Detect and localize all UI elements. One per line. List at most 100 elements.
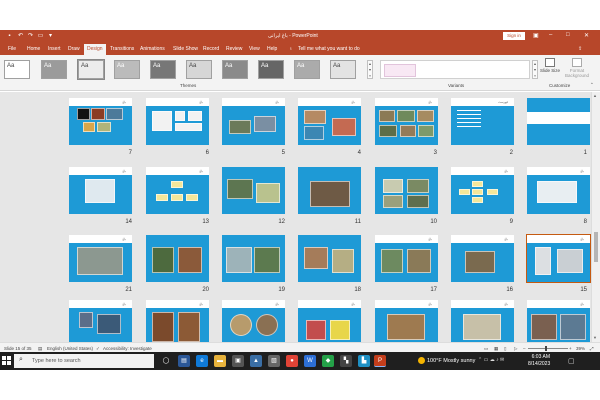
slide-thumbnail[interactable]	[298, 167, 361, 214]
task-view-icon[interactable]: ◯	[160, 355, 172, 367]
slide-thumbnail[interactable]: باغ	[451, 167, 514, 214]
sign-in-button[interactable]: Sign in	[503, 32, 525, 40]
slide-thumbnail[interactable]	[146, 235, 209, 282]
slide-thumbnail[interactable]: باغ	[146, 98, 209, 145]
chrome-icon[interactable]: ●	[286, 355, 298, 367]
themes-more-button[interactable]: ▴ ▾ ▿	[367, 60, 373, 79]
app-blue-icon[interactable]: ▙	[358, 355, 370, 367]
tab-design[interactable]: Design	[84, 44, 106, 55]
tab-insert[interactable]: Insert	[48, 46, 61, 52]
slide-thumbnail[interactable]: باغ	[222, 98, 285, 145]
powerpoint-icon[interactable]: P	[374, 355, 386, 367]
slide-thumbnail[interactable]	[527, 98, 590, 145]
slide-thumbnail[interactable]: باغ	[527, 300, 590, 342]
word-icon[interactable]: W	[304, 355, 316, 367]
theme-2[interactable]: Aa	[41, 60, 67, 79]
slide-thumbnail[interactable]: باغ	[69, 98, 132, 145]
slide-thumbnail[interactable]: باغ	[451, 235, 514, 282]
slide-thumbnail-selected[interactable]: باغ	[526, 234, 591, 283]
theme-10[interactable]: Aa	[330, 60, 356, 79]
tab-view[interactable]: View	[249, 46, 260, 52]
scroll-up-icon[interactable]: ▲	[593, 93, 597, 98]
app-icon[interactable]: ▧	[268, 355, 280, 367]
theme-9[interactable]: Aa	[294, 60, 320, 79]
tab-help[interactable]: Help	[267, 46, 277, 52]
present-icon[interactable]: ▭	[37, 33, 44, 40]
slide-thumbnail[interactable]: باغ	[69, 300, 132, 342]
slide-size-button[interactable]: Slide Size	[539, 58, 561, 73]
variants-more-button[interactable]: ▴ ▾ ▿	[532, 60, 538, 79]
slide-thumbnail[interactable]: باغ	[69, 167, 132, 214]
slide-thumbnail[interactable]	[298, 235, 361, 282]
undo-icon[interactable]: ↶	[17, 33, 24, 40]
slide-thumbnail[interactable]: باغ	[69, 235, 132, 282]
slide-thumbnail[interactable]: باغ	[375, 98, 438, 145]
theme-office[interactable]: Aa	[4, 60, 30, 79]
fit-slide-icon[interactable]: ⤢	[590, 346, 594, 351]
slide-thumbnail[interactable]: باغ	[146, 300, 209, 342]
tab-slide-show[interactable]: Slide Show	[173, 46, 198, 52]
file-explorer-icon[interactable]: ▬	[214, 355, 226, 367]
store-icon[interactable]: ▣	[232, 355, 244, 367]
theme-3[interactable]: Aa	[77, 59, 105, 80]
scroll-down-icon[interactable]: ▼	[593, 335, 597, 340]
slide-thumbnail[interactable]	[222, 167, 285, 214]
maximize-button[interactable]: □	[566, 32, 570, 38]
zoom-slider-knob[interactable]	[545, 346, 547, 351]
theme-5[interactable]: Aa	[150, 60, 176, 79]
theme-8[interactable]: Aa	[258, 60, 284, 79]
vertical-scrollbar[interactable]: ▲ ▼	[591, 92, 600, 342]
slide-thumbnail[interactable]: باغ	[527, 167, 590, 214]
slide-thumbnail[interactable]	[222, 235, 285, 282]
slide-thumbnail[interactable]	[375, 167, 438, 214]
slide-number: 21	[125, 287, 132, 293]
weather-widget[interactable]: 100°F Mostly sunny	[418, 357, 475, 364]
slide-thumbnail[interactable]: باغ	[375, 300, 438, 342]
save-icon[interactable]: ▪	[6, 33, 13, 40]
tell-me-search[interactable]: Tell me what you want to do	[298, 46, 360, 52]
tab-draw[interactable]: Draw	[68, 46, 80, 52]
zoom-out-icon[interactable]: –	[523, 346, 526, 351]
tab-review[interactable]: Review	[226, 46, 242, 52]
slide-thumbnail[interactable]: باغ	[375, 235, 438, 282]
language-indicator[interactable]: English (United States)	[47, 346, 93, 351]
start-button[interactable]	[2, 356, 11, 365]
tab-animations[interactable]: Animations	[140, 46, 165, 52]
zoom-slider[interactable]	[528, 348, 568, 349]
widgets-icon[interactable]: ▤	[178, 355, 190, 367]
app-clapper-icon[interactable]: ▚	[340, 355, 352, 367]
slide-thumbnail[interactable]: باغ	[222, 300, 285, 342]
ribbon-display-icon[interactable]: ▣	[533, 32, 539, 39]
tab-record[interactable]: Record	[203, 46, 219, 52]
slide-thumbnail[interactable]: باغ	[298, 98, 361, 145]
variant-swatch[interactable]	[384, 64, 416, 77]
zoom-level[interactable]: 39%	[576, 346, 585, 351]
tab-file[interactable]: File	[8, 46, 16, 52]
redo-icon[interactable]: ↷	[27, 33, 34, 40]
slide-thumbnail[interactable]: باغ	[298, 300, 361, 342]
collapse-ribbon-icon[interactable]: ⌃	[590, 82, 594, 88]
share-icon[interactable]: ⇪	[578, 46, 582, 52]
edge-icon[interactable]: e	[196, 355, 208, 367]
system-tray-icons[interactable]: ⌃ ▭ ☁ ♪ ✉	[478, 357, 504, 363]
accessibility-status[interactable]: Accessibility: Investigate	[103, 346, 152, 351]
notifications-icon[interactable]: ▢	[568, 357, 575, 365]
slide-thumbnail[interactable]: باغ	[451, 300, 514, 342]
slide-thumbnail[interactable]: فهرست	[451, 98, 514, 145]
theme-4[interactable]: Aa	[114, 60, 140, 79]
clock[interactable]: 6:03 AM 8/14/2023	[528, 354, 550, 368]
tab-transitions[interactable]: Transitions	[110, 46, 134, 52]
theme-7[interactable]: Aa	[222, 60, 248, 79]
close-button[interactable]: ✕	[584, 32, 589, 39]
taskbar-search-input[interactable]: ⌕ Type here to search	[14, 354, 154, 368]
app-green-icon[interactable]: ◆	[322, 355, 334, 367]
slide-thumbnail[interactable]: باغ	[146, 167, 209, 214]
customize-qat-icon[interactable]: ▾	[47, 33, 54, 40]
minimize-button[interactable]: –	[549, 32, 552, 38]
theme-6[interactable]: Aa	[186, 60, 212, 79]
photos-icon[interactable]: ▲	[250, 355, 262, 367]
tab-home[interactable]: Home	[27, 46, 40, 52]
zoom-in-icon[interactable]: +	[569, 346, 572, 351]
scrollbar-thumb[interactable]	[594, 232, 598, 262]
format-background-button[interactable]: Format Background	[562, 58, 592, 78]
